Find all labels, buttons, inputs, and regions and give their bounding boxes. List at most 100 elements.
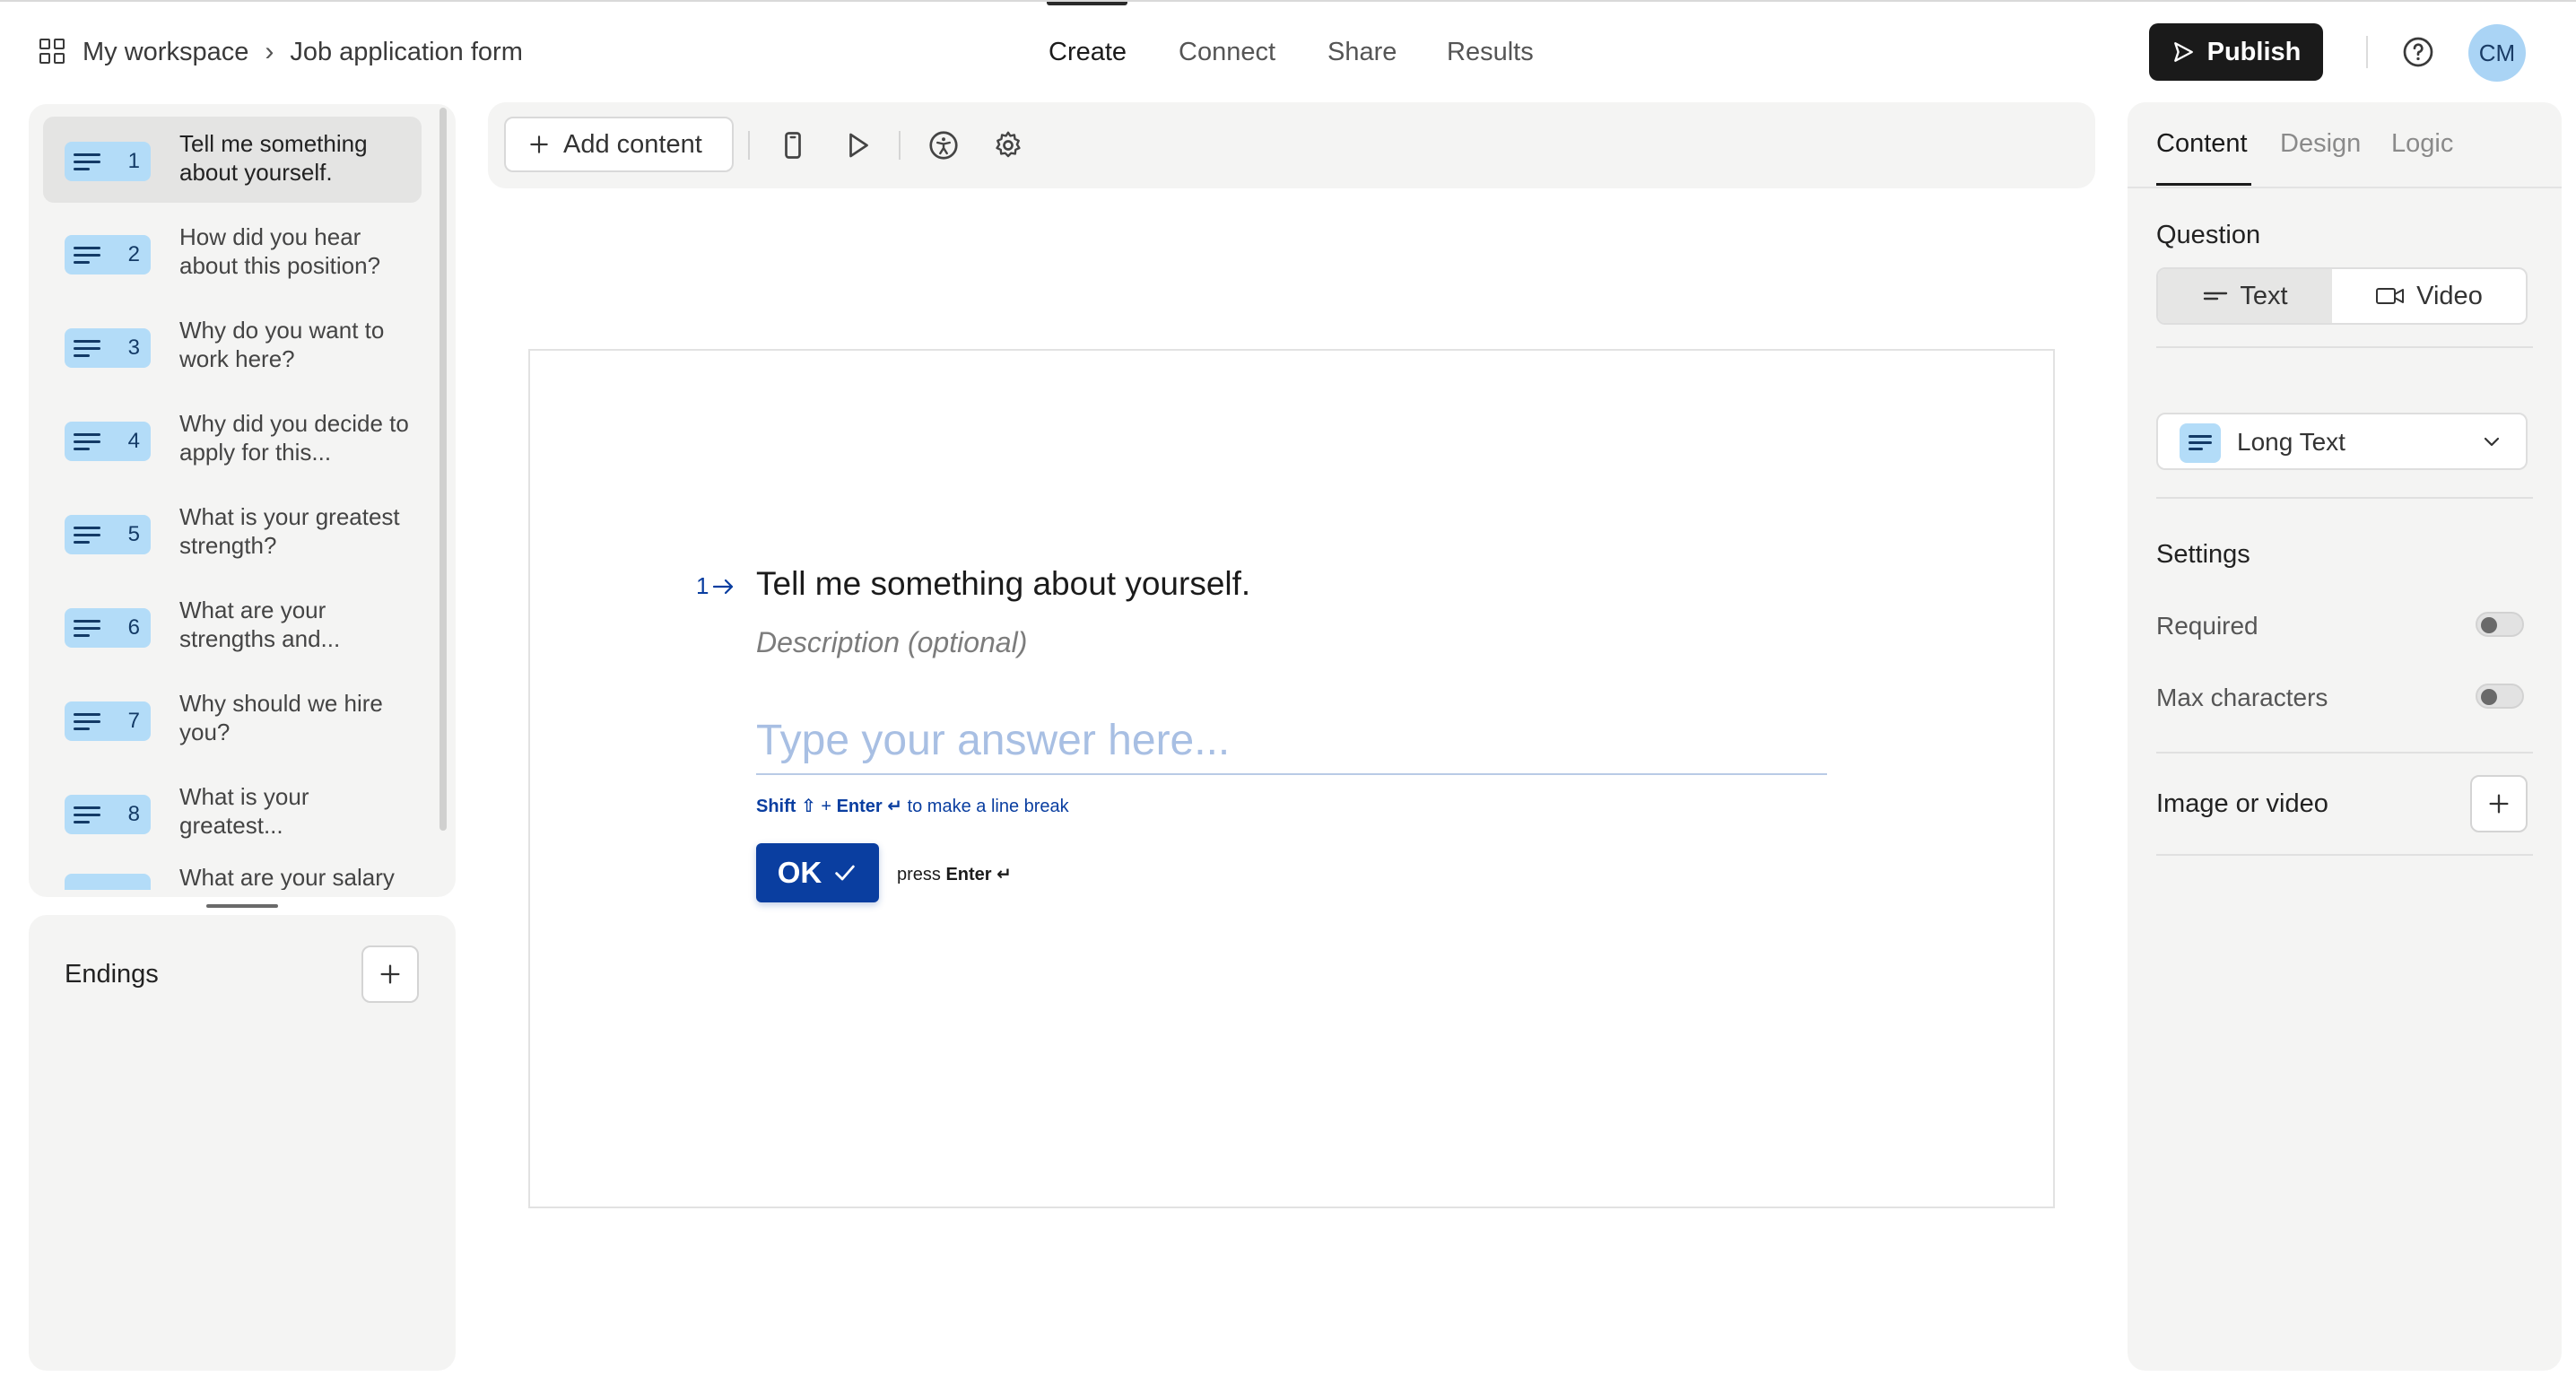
question-text: Tell me something about yourself. (179, 130, 368, 186)
play-preview-icon[interactable] (841, 129, 874, 161)
question-text: What are your strengths and... (179, 597, 341, 652)
editor-toolbar: Add content (488, 102, 2095, 188)
settings-gear-icon[interactable] (992, 129, 1024, 161)
long-text-badge: 4 (65, 422, 151, 461)
hint-enter-key: Enter ↵ (836, 797, 902, 816)
add-image-or-video-button[interactable] (2470, 775, 2528, 832)
ok-label: OK (777, 856, 822, 889)
ok-button[interactable]: OK (756, 843, 879, 902)
required-toggle[interactable] (2476, 612, 2524, 637)
long-text-badge: 6 (65, 608, 151, 648)
user-avatar[interactable]: CM (2468, 24, 2526, 82)
send-icon (2173, 42, 2193, 62)
section-divider (2156, 854, 2533, 856)
question-number: 2 (127, 242, 140, 266)
panel-resize-handle[interactable] (206, 904, 278, 908)
question-item-1[interactable]: 1 Tell me something about yourself. (43, 117, 422, 203)
tab-logic[interactable]: Logic (2391, 129, 2453, 159)
lines-icon (74, 433, 100, 451)
press-label: press (897, 865, 941, 884)
press-enter-key: Enter ↵ (945, 865, 1012, 884)
toggle-knob (2481, 689, 2497, 705)
video-segment[interactable]: Video (2332, 269, 2526, 323)
long-text-badge: 2 (65, 235, 151, 274)
text-segment[interactable]: Text (2158, 269, 2332, 323)
breadcrumb-separator: › (265, 37, 274, 66)
question-text: Why do you want to work here? (179, 317, 385, 372)
mobile-preview-icon[interactable] (777, 129, 809, 161)
question-list: 1 Tell me something about yourself. 2 Ho… (43, 117, 425, 897)
endings-panel: Endings (29, 915, 456, 1371)
question-item-4[interactable]: 4 Why did you decide to apply for this..… (43, 396, 422, 483)
question-item-8[interactable]: 8 What is your greatest... (43, 770, 422, 856)
question-text: What are your salary (179, 864, 395, 890)
question-item-2[interactable]: 2 How did you hear about this position? (43, 210, 422, 296)
required-setting-label: Required (2156, 612, 2258, 640)
tab-share[interactable]: Share (1327, 36, 1397, 68)
answer-input[interactable] (756, 707, 1827, 775)
question-item-6[interactable]: 6 What are your strengths and... (43, 583, 422, 669)
max-characters-setting-label: Max characters (2156, 684, 2328, 711)
video-camera-icon (2376, 288, 2405, 304)
question-type-label: Long Text (2237, 428, 2345, 456)
question-text: What is your greatest strength? (179, 503, 400, 559)
video-segment-label: Video (2416, 281, 2483, 310)
add-ending-button[interactable] (361, 945, 419, 1003)
breadcrumb-workspace[interactable]: My workspace (83, 38, 248, 67)
properties-panel: Content Design Logic Question Text Video… (2128, 102, 2562, 1371)
plus-icon (380, 964, 400, 984)
question-item-7[interactable]: 7 Why should we hire you? (43, 676, 422, 762)
section-divider (2156, 497, 2533, 499)
question-text: Why did you decide to apply for this... (179, 410, 409, 466)
question-type-dropdown[interactable]: Long Text (2156, 413, 2528, 470)
help-icon[interactable] (2402, 36, 2434, 68)
question-text: Why should we hire you? (179, 690, 383, 745)
question-number: 8 (127, 802, 140, 826)
breadcrumb-form[interactable]: Job application form (290, 38, 523, 67)
tab-results[interactable]: Results (1447, 36, 1534, 68)
question-item-9[interactable]: What are your salary (43, 863, 422, 890)
long-text-badge: 7 (65, 701, 151, 741)
toolbar-divider (899, 131, 901, 160)
lines-icon (74, 153, 100, 171)
plus-icon (2489, 794, 2509, 814)
arrow-right-icon (713, 579, 734, 594)
publish-button[interactable]: Publish (2149, 23, 2323, 81)
question-item-5[interactable]: 5 What is your greatest strength? (43, 490, 422, 576)
form-preview-canvas (528, 349, 2055, 1208)
question-index: 1 (696, 572, 735, 600)
question-text: What is your greatest... (179, 783, 309, 839)
toggle-knob (2481, 617, 2497, 633)
tab-create[interactable]: Create (1049, 36, 1127, 68)
lines-icon (74, 247, 100, 265)
tab-connect[interactable]: Connect (1179, 36, 1275, 68)
question-list-scrollbar[interactable] (439, 108, 447, 831)
lines-icon (74, 806, 100, 824)
breadcrumb: My workspace › Job application form (39, 36, 523, 68)
long-text-type-icon (2180, 423, 2221, 463)
question-number: 6 (127, 615, 140, 640)
nav-active-indicator (1047, 2, 1127, 5)
max-characters-toggle[interactable] (2476, 684, 2524, 709)
long-text-badge: 5 (65, 515, 151, 554)
workspace-grid-icon[interactable] (39, 39, 66, 65)
add-content-label: Add content (563, 129, 702, 159)
publish-label: Publish (2206, 37, 2302, 66)
tab-design[interactable]: Design (2280, 129, 2361, 159)
endings-title: Endings (65, 960, 159, 989)
active-tab-indicator (2156, 183, 2251, 186)
lines-icon (74, 340, 100, 358)
press-enter-hint: press Enter ↵ (897, 863, 1012, 885)
tab-content[interactable]: Content (2156, 129, 2248, 159)
question-list-panel: 1 Tell me something about yourself. 2 Ho… (29, 104, 456, 897)
question-number: 1 (127, 149, 140, 173)
image-or-video-label: Image or video (2156, 789, 2328, 818)
question-item-3[interactable]: 3 Why do you want to work here? (43, 303, 422, 389)
accessibility-icon[interactable] (927, 129, 960, 161)
add-content-button[interactable]: Add content (504, 117, 734, 172)
hint-shift-key: Shift ⇧ (756, 797, 816, 816)
long-text-badge: 8 (65, 795, 151, 834)
question-title[interactable]: Tell me something about yourself. (756, 565, 1250, 603)
question-description[interactable]: Description (optional) (756, 626, 1027, 659)
long-text-badge: 1 (65, 142, 151, 181)
